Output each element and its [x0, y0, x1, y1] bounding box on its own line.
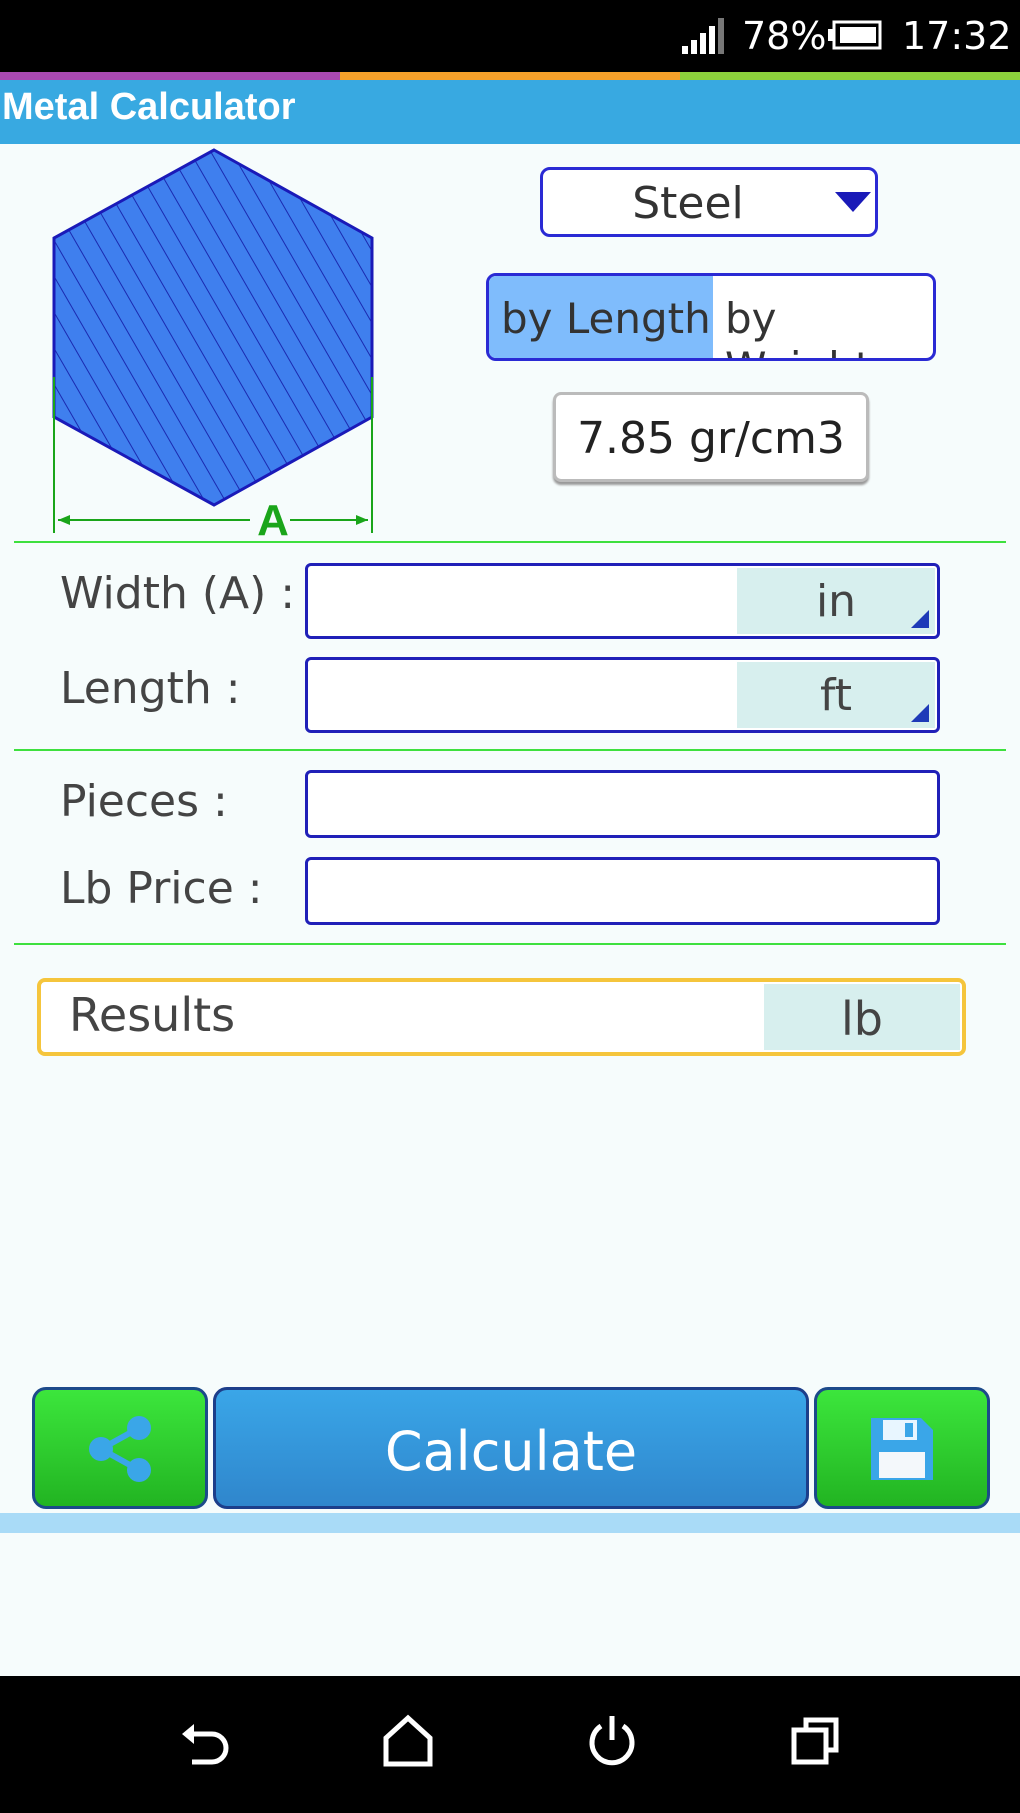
density-value: 7.85 gr/cm3 — [577, 413, 845, 464]
color-strip — [0, 72, 1020, 80]
length-unit: ft — [820, 670, 852, 721]
width-label: Width (A) : — [60, 568, 296, 619]
width-unit: in — [815, 576, 857, 627]
dimension-a-label: A — [257, 496, 289, 540]
divider — [14, 541, 1006, 543]
length-unit-select[interactable]: ft — [737, 662, 935, 728]
width-field: in — [305, 563, 940, 639]
lb-price-input[interactable] — [305, 857, 940, 925]
app-title: Metal Calculator — [2, 86, 296, 128]
divider — [14, 943, 1006, 945]
dropdown-corner-icon — [911, 610, 929, 628]
dropdown-corner-icon — [911, 704, 929, 722]
tab-by-weight[interactable]: by Weight — [713, 276, 933, 358]
clock: 17:32 — [902, 14, 1012, 58]
chevron-down-icon — [835, 192, 871, 212]
length-label: Length : — [60, 663, 241, 714]
signal-icon — [682, 18, 724, 54]
results-unit: lb — [841, 992, 883, 1046]
divider — [14, 749, 1006, 751]
pieces-label: Pieces : — [60, 776, 228, 827]
density-display[interactable]: 7.85 gr/cm3 — [553, 392, 869, 482]
width-input[interactable] — [314, 572, 738, 630]
bottom-accent-bar — [0, 1513, 1020, 1533]
recent-apps-icon[interactable] — [790, 1716, 842, 1768]
battery-percent: 78% — [742, 14, 827, 58]
length-input[interactable] — [314, 666, 738, 724]
calculate-label: Calculate — [384, 1420, 638, 1483]
results-unit-select[interactable]: lb — [764, 984, 960, 1050]
results-box: Results lb — [37, 978, 966, 1056]
save-button[interactable] — [814, 1387, 990, 1509]
length-field: ft — [305, 657, 940, 733]
tab-by-weight-label: by Weight — [725, 294, 871, 358]
tab-by-length[interactable]: by Length — [489, 276, 713, 358]
save-icon — [871, 1418, 933, 1480]
calculate-button[interactable]: Calculate — [213, 1387, 809, 1509]
mode-segmented-control: by Length by Weight — [486, 273, 936, 361]
results-label: Results — [69, 988, 236, 1042]
power-icon[interactable] — [586, 1714, 638, 1768]
material-dropdown[interactable]: Steel — [540, 167, 878, 237]
navigation-bar — [0, 1676, 1020, 1813]
back-icon[interactable] — [178, 1716, 230, 1768]
hexagon-bar-diagram: A — [52, 148, 374, 540]
width-unit-select[interactable]: in — [737, 568, 935, 634]
material-selected: Steel — [632, 178, 744, 229]
app-bar: Metal Calculator — [0, 80, 1020, 144]
lb-price-label: Lb Price : — [60, 863, 263, 914]
home-icon[interactable] — [382, 1714, 434, 1768]
battery-icon — [828, 20, 882, 50]
share-button[interactable] — [32, 1387, 208, 1509]
pieces-input[interactable] — [305, 770, 940, 838]
share-icon — [89, 1416, 151, 1482]
tab-by-length-label: by Length — [501, 294, 711, 343]
status-bar: 78% 17:32 — [0, 0, 1020, 72]
